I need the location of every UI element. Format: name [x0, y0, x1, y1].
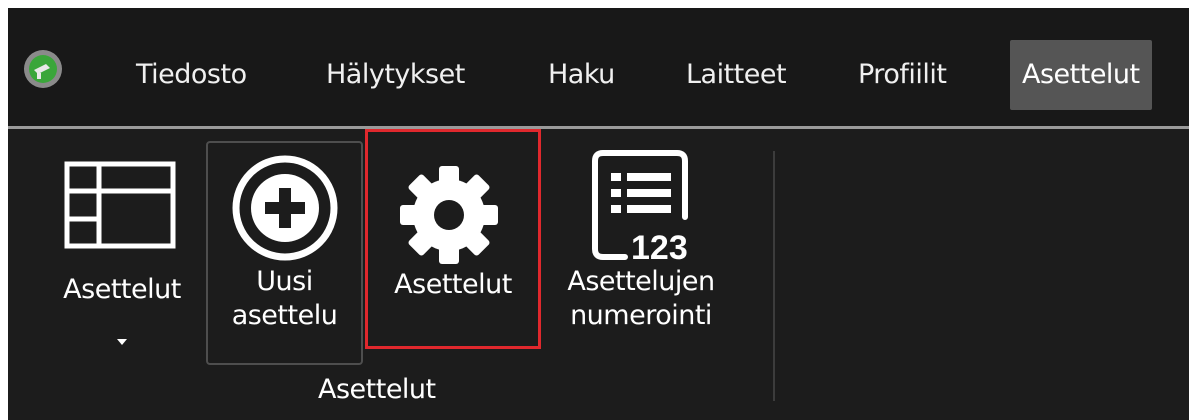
screenshot-frame: Tiedosto Hälytykset Haku Laitteet Profii… — [0, 0, 1189, 420]
numbered-list-icon: 123 — [585, 147, 705, 271]
ribbon-group-label: Asettelut — [318, 374, 436, 405]
plus-circle-icon — [230, 153, 340, 267]
app-logo-icon[interactable] — [24, 50, 62, 88]
numbering-icon-text: 123 — [631, 229, 688, 267]
menu-item-laitteet[interactable]: Laitteet — [686, 48, 787, 102]
chevron-down-icon — [117, 339, 127, 345]
ribbon: Asettelut Uusi asettelu Asettelut 123 As… — [8, 129, 1189, 420]
layout-settings-button[interactable]: Asettelut — [365, 129, 541, 349]
menu-item-tiedosto[interactable]: Tiedosto — [136, 48, 247, 102]
layouts-button-label: Asettelut — [63, 274, 181, 305]
menu-item-profiilit[interactable]: Profiilit — [858, 48, 947, 102]
new-layout-label-line2: asettelu — [231, 300, 338, 331]
layout-grid-icon — [64, 161, 176, 253]
layout-numbering-label-line2: numerointi — [570, 300, 712, 331]
layout-numbering-button[interactable]: 123 Asettelujen numerointi — [541, 139, 741, 359]
layouts-dropdown-button[interactable]: Asettelut — [38, 139, 206, 379]
application-window: Tiedosto Hälytykset Haku Laitteet Profii… — [8, 8, 1189, 420]
menu-bar: Tiedosto Hälytykset Haku Laitteet Profii… — [8, 8, 1189, 129]
layout-settings-label: Asettelut — [394, 269, 512, 300]
layout-numbering-label-line1: Asettelujen — [567, 266, 715, 297]
menu-item-haku[interactable]: Haku — [548, 48, 615, 102]
menu-item-asettelut-active[interactable]: Asettelut — [1010, 40, 1152, 110]
ribbon-group-separator — [773, 151, 775, 401]
menu-item-halytykset[interactable]: Hälytykset — [326, 48, 465, 102]
new-layout-label-line1: Uusi — [256, 266, 313, 297]
new-layout-button[interactable]: Uusi asettelu — [206, 141, 363, 365]
gear-icon — [394, 160, 504, 274]
